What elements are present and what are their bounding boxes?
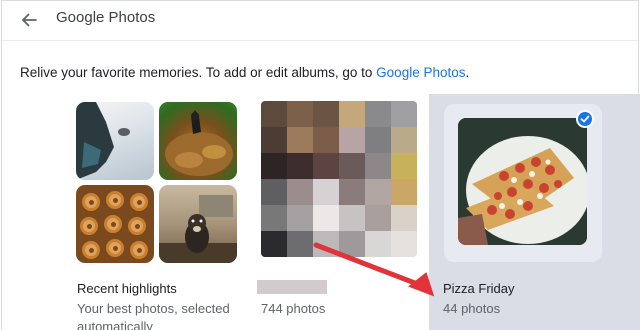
intro-description: Relive your favorite memories. To add or… (20, 65, 377, 80)
album-title: Recent highlights (77, 281, 177, 296)
selected-check-badge (576, 110, 594, 128)
checkmark-icon (580, 115, 590, 123)
intro-text: Relive your favorite memories. To add or… (20, 65, 469, 80)
photo-thumbnail (159, 185, 237, 263)
intro-suffix: . (465, 65, 470, 80)
photo-thumbnail (76, 102, 154, 180)
album-subtitle: automatically (77, 319, 153, 330)
google-photos-link[interactable]: Google Photos (376, 65, 465, 80)
album-subtitle: 744 photos (261, 301, 326, 316)
album-blurred[interactable] (261, 101, 417, 257)
redacted-album-title (257, 280, 327, 294)
header-divider (0, 40, 640, 41)
album-title: Pizza Friday (443, 281, 515, 296)
photo-thumbnail (76, 185, 154, 263)
arrow-back-icon (22, 13, 37, 27)
page-title: Google Photos (56, 9, 156, 26)
album-subtitle: Your best photos, selected (77, 301, 230, 316)
back-button[interactable] (18, 10, 40, 30)
album-recent-highlights[interactable] (76, 102, 238, 264)
album-subtitle: 44 photos (443, 301, 501, 316)
photo-thumbnail (159, 102, 237, 180)
photo-thumbnail (458, 118, 587, 245)
